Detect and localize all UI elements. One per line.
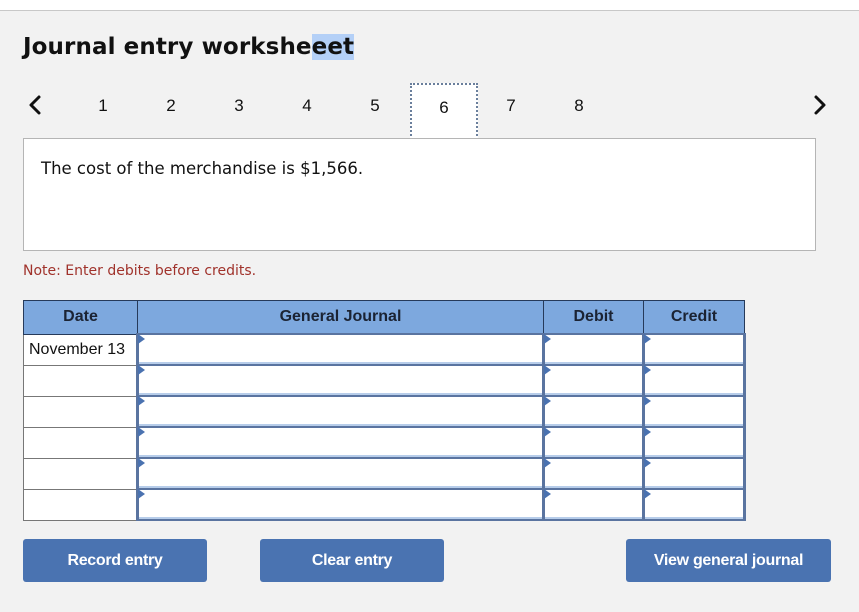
debit-input[interactable] [545,335,642,364]
table-row [23,395,746,428]
dropdown-flag-icon [644,365,651,375]
dropdown-flag-icon [138,458,145,468]
dropdown-flag-icon [138,334,145,344]
chevron-right-icon [814,95,826,115]
table-header-row: Date General Journal Debit Credit [23,300,745,335]
instruction-note: Note: Enter debits before credits. [23,263,257,279]
page-title: Journal entry worksheeet [23,34,355,60]
table-row [23,426,746,459]
debit-cell [542,395,645,428]
dropdown-flag-icon [544,334,551,344]
credit-input[interactable] [645,397,743,426]
date-cell [23,426,138,459]
page-3[interactable]: 3 [205,83,273,140]
record-entry-button[interactable]: Record entry [23,539,207,582]
debit-input[interactable] [545,397,642,426]
top-border [0,0,859,11]
header-credit: Credit [643,300,745,335]
date-cell [23,488,138,521]
table-row [23,488,746,521]
page-6-active[interactable]: 6 [410,83,478,140]
debit-cell [542,333,645,366]
dropdown-flag-icon [544,458,551,468]
account-input[interactable] [139,428,542,457]
title-selected-text: eet [311,34,355,60]
page-8[interactable]: 8 [545,83,613,140]
credit-input[interactable] [645,366,743,395]
dropdown-flag-icon [544,489,551,499]
credit-input[interactable] [645,459,743,488]
account-cell [136,488,545,521]
dropdown-flag-icon [644,427,651,437]
date-cell [23,395,138,428]
debit-input[interactable] [545,428,642,457]
dropdown-flag-icon [644,489,651,499]
account-cell [136,364,545,397]
table-row [23,457,746,490]
dropdown-flag-icon [644,396,651,406]
account-input[interactable] [139,335,542,364]
credit-input[interactable] [645,428,743,457]
account-input[interactable] [139,490,542,519]
title-text: Journal entry workshe [23,34,312,60]
header-date: Date [23,300,138,335]
dropdown-flag-icon [644,334,651,344]
account-cell [136,426,545,459]
credit-input[interactable] [645,335,743,364]
dropdown-flag-icon [138,427,145,437]
date-cell [23,457,138,490]
dropdown-flag-icon [544,427,551,437]
debit-cell [542,364,645,397]
credit-cell [642,426,746,459]
credit-cell [642,364,746,397]
account-input[interactable] [139,397,542,426]
date-cell: November 13 [23,333,138,366]
account-cell [136,457,545,490]
dropdown-flag-icon [644,458,651,468]
dropdown-flag-icon [138,396,145,406]
table-row [23,364,746,397]
account-cell [136,333,545,366]
debit-input[interactable] [545,366,642,395]
account-cell [136,395,545,428]
prev-page-button[interactable] [25,92,45,118]
credit-cell [642,395,746,428]
page-1[interactable]: 1 [69,83,137,140]
dropdown-flag-icon [544,365,551,375]
credit-input[interactable] [645,490,743,519]
clear-entry-button[interactable]: Clear entry [260,539,444,582]
question-text: The cost of the merchandise is $1,566. [41,159,364,178]
view-general-journal-button[interactable]: View general journal [626,539,831,582]
dropdown-flag-icon [138,365,145,375]
debit-cell [542,426,645,459]
debit-cell [542,488,645,521]
header-general-journal: General Journal [137,300,544,335]
date-cell [23,364,138,397]
debit-cell [542,457,645,490]
dropdown-flag-icon [138,489,145,499]
table-row: November 13 [23,333,746,366]
credit-cell [642,488,746,521]
account-input[interactable] [139,459,542,488]
account-input[interactable] [139,366,542,395]
dropdown-flag-icon [544,396,551,406]
journal-table: Date General Journal Debit Credit Novemb… [23,300,746,521]
page-4[interactable]: 4 [273,83,341,140]
header-debit: Debit [543,300,644,335]
question-panel: The cost of the merchandise is $1,566. [23,138,816,251]
next-page-button[interactable] [810,92,830,118]
chevron-left-icon [29,95,41,115]
debit-input[interactable] [545,490,642,519]
debit-input[interactable] [545,459,642,488]
page-2[interactable]: 2 [137,83,205,140]
page-7[interactable]: 7 [477,83,545,140]
page-5[interactable]: 5 [341,83,409,140]
credit-cell [642,457,746,490]
credit-cell [642,333,746,366]
